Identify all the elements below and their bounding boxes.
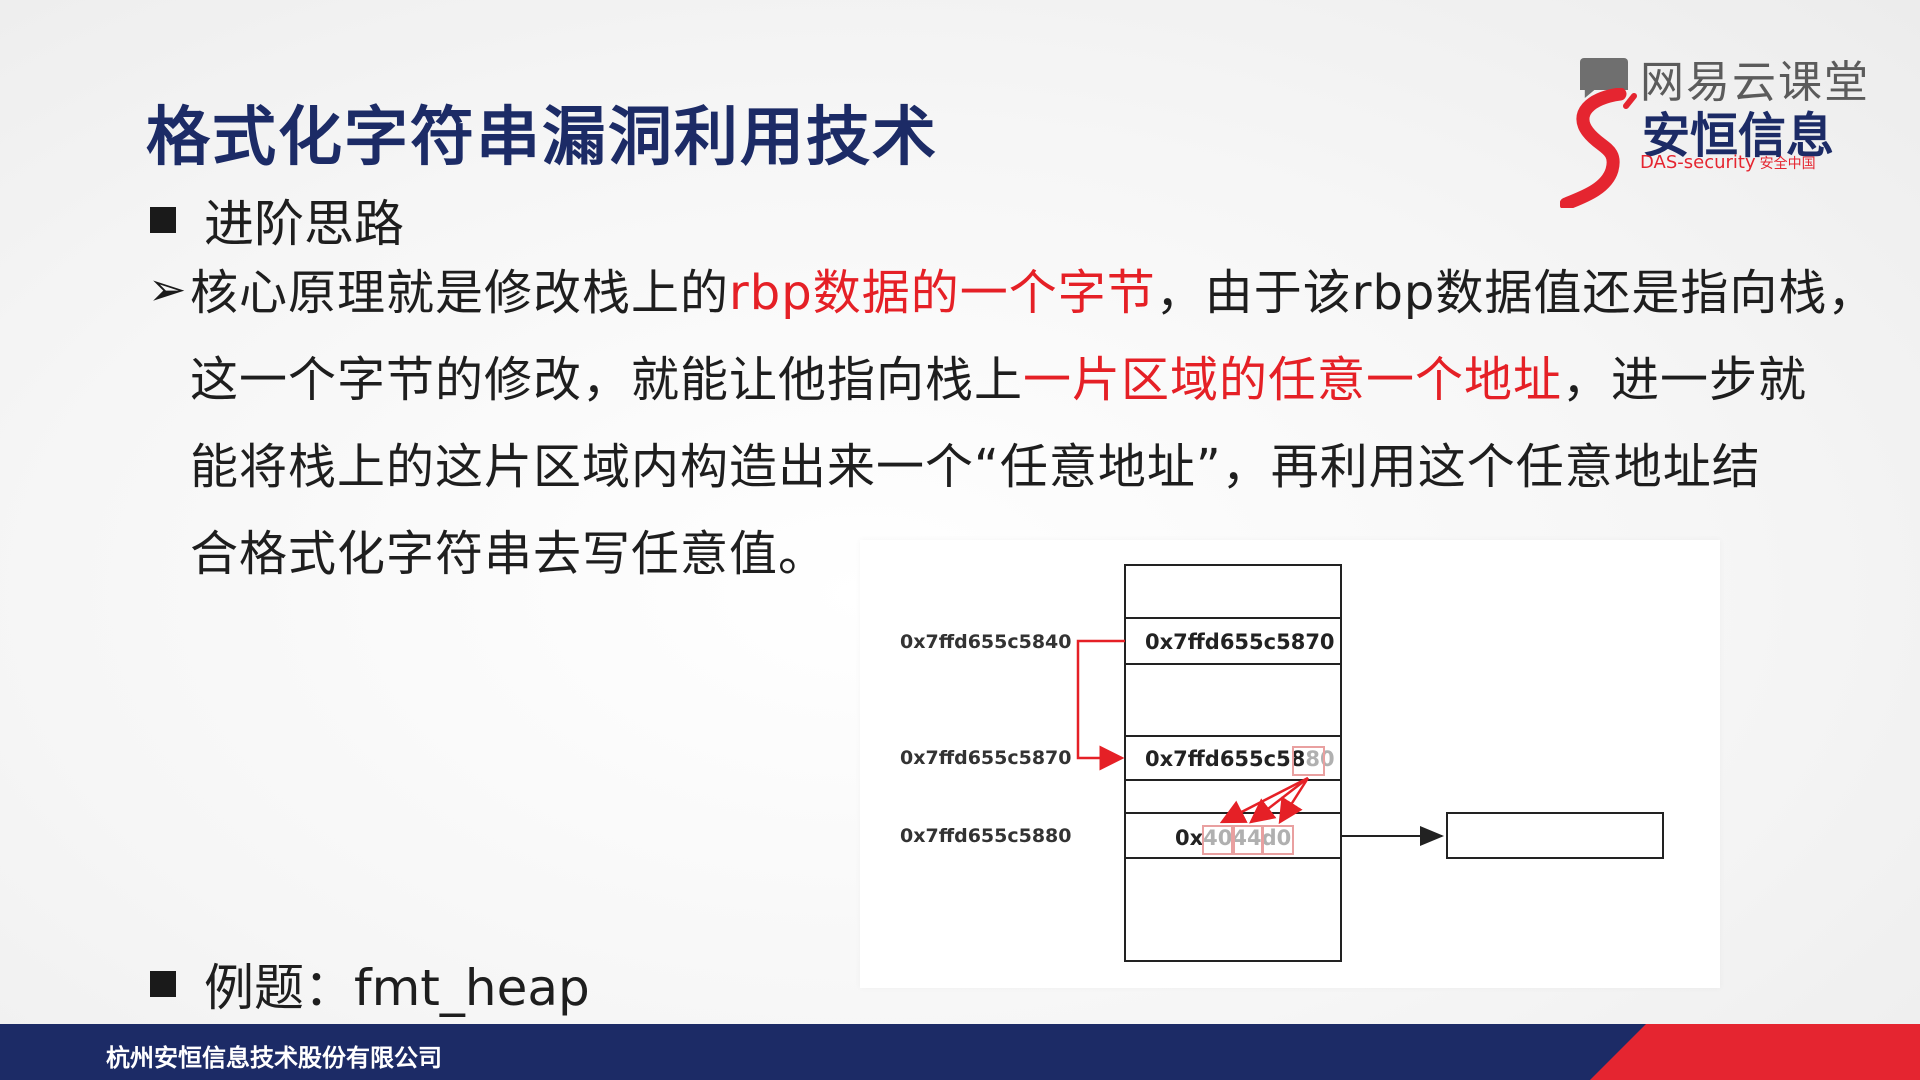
- section-heading-advanced: 进阶思路: [150, 184, 404, 256]
- brand-en-text: DAS-security: [1640, 152, 1756, 173]
- arrow-bullet-icon: ➢: [148, 262, 187, 316]
- section-heading-text: 进阶思路: [204, 195, 404, 253]
- text-segment: ，进一步就: [1562, 352, 1808, 408]
- cell-prefix: 0x: [1175, 826, 1204, 850]
- byte-value: 40: [1203, 826, 1232, 850]
- cell-prefix: 0x7ffd655c58: [1145, 747, 1305, 771]
- dbappsecurity-brand-en: DAS-security 安全中国: [1640, 152, 1816, 173]
- square-bullet-icon: [150, 207, 176, 233]
- stack-diagram: 0x7ffd655c5840 0x7ffd655c5870 0x7ffd655c…: [860, 540, 1720, 988]
- modified-byte: 80: [1305, 747, 1334, 771]
- slide-title: 格式化字符串漏洞利用技术: [146, 101, 938, 175]
- brand-en-sub: 安全中国: [1759, 156, 1816, 172]
- paragraph-line-3: 能将栈上的这片区域内构造出来一个“任意地址”，再利用这个任意地址结: [190, 439, 1761, 495]
- address-label: 0x7ffd655c5880: [900, 825, 1072, 847]
- footer-accent: [1590, 1024, 1920, 1080]
- pointer-arrow: [1076, 639, 1125, 771]
- text-segment: ，由于该rbp数据值还是指向栈，: [1155, 265, 1877, 321]
- paragraph-line-1: 核心原理就是修改栈上的rbp数据的一个字节，由于该rbp数据值还是指向栈，: [190, 250, 1875, 337]
- paragraph-line-2: 这一个字节的修改，就能让他指向栈上一片区域的任意一个地址，进一步就: [190, 337, 1830, 424]
- section-heading-example: 例题：fmt_heap: [150, 948, 590, 1020]
- section-heading-text: 例题：fmt_heap: [204, 959, 590, 1017]
- square-bullet-icon: [150, 971, 176, 997]
- byte-target-arrow: [1249, 777, 1309, 824]
- highlight-text: 一片区域的任意一个地址: [1023, 352, 1563, 408]
- dbappsecurity-mark-icon: [1560, 88, 1637, 208]
- address-label: 0x7ffd655c5870: [900, 747, 1072, 769]
- highlight-text: rbp数据的一个字节: [729, 265, 1156, 321]
- logo: 网易云课堂 安恒信息 DAS-security 安全中国: [1560, 42, 1890, 208]
- footer-bar: 杭州安恒信息技术股份有限公司: [0, 1024, 1920, 1080]
- company-name: 杭州安恒信息技术股份有限公司: [106, 1044, 442, 1072]
- byte-value: d0: [1262, 826, 1292, 850]
- byte-value: 44: [1232, 826, 1261, 850]
- address-label: 0x7ffd655c5840: [900, 631, 1072, 653]
- target-box: [1446, 812, 1664, 859]
- stack-cell-value: 0x7ffd655c5880: [1145, 747, 1335, 771]
- text-segment: 核心原理就是修改栈上的: [190, 265, 730, 321]
- stack-cell-value: 0x7ffd655c5870: [1145, 630, 1335, 654]
- text-segment: 这一个字节的修改，就能让他指向栈上: [190, 352, 1024, 408]
